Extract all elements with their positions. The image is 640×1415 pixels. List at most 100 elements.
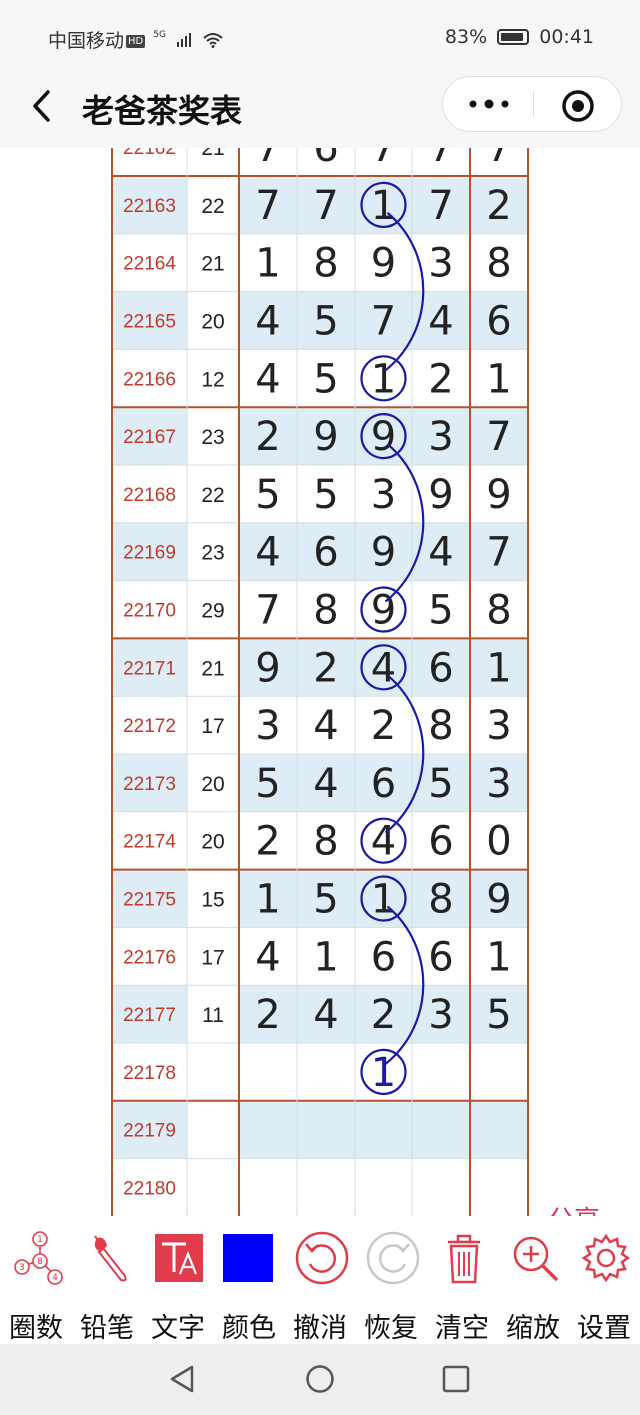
- digit-cell: 1: [371, 877, 396, 923]
- table-row[interactable]: 22177 11 2 4 2 3 5: [112, 985, 528, 1043]
- digit-cell: 7: [428, 183, 453, 229]
- table-row[interactable]: 22165 20 4 5 7 4 6: [112, 291, 528, 350]
- digit-cell: 2: [313, 645, 338, 691]
- table-row[interactable]: 22170 29 7 8 9 5 8: [123, 588, 512, 634]
- table-row[interactable]: 22172 17 3 4 2 8 3: [123, 703, 512, 749]
- digit-cell: 2: [371, 992, 396, 1038]
- handwritten-digit: 1: [371, 1050, 396, 1096]
- table-row[interactable]: 22178: [123, 1063, 176, 1084]
- close-target-icon[interactable]: [561, 89, 595, 123]
- tool-settings[interactable]: 设置: [568, 1216, 640, 1344]
- digit-cell: 3: [486, 761, 511, 807]
- sum-value: 17: [201, 946, 224, 969]
- svg-text:1: 1: [37, 1235, 43, 1245]
- drawing-toolbar: 1834 圈数 铅笔 文字 颜色 撤消 恢复 清空 缩放 设置: [0, 1216, 640, 1344]
- digit-cell: 7: [428, 148, 453, 171]
- tool-label: 缩放: [506, 1313, 560, 1344]
- tool-undo[interactable]: 撤消: [284, 1216, 356, 1344]
- table-row[interactable]: 22174 20 2 8 4 6 0: [123, 819, 512, 865]
- trash-icon: [448, 1234, 480, 1284]
- digit-cell: 3: [428, 414, 453, 460]
- row-stripe: [239, 1100, 528, 1159]
- digit-cell: 4: [255, 530, 280, 576]
- sum-value: 17: [201, 715, 224, 738]
- share-button[interactable]: 分享: [548, 1200, 600, 1216]
- digit-cell: 7: [255, 183, 280, 229]
- table-row[interactable]: 22168 22 5 5 3 9 9: [123, 472, 512, 518]
- issue-number: 22165: [123, 312, 176, 333]
- draw-table-area[interactable]: 22162 21 7 6 7 7 7 22163 22 7 7 1 7 2 22164 21 1 8 9 3 8 2216…: [0, 148, 640, 1216]
- issue-number: 22169: [123, 543, 176, 564]
- back-arrow-icon[interactable]: [28, 86, 60, 126]
- nav-recents-icon[interactable]: [442, 1364, 470, 1394]
- lottery-grid[interactable]: 22162 21 7 6 7 7 722163 22 7 7 1 7 222164 21 1 8 9 3 82216…: [0, 148, 640, 1216]
- digit-cell: 9: [371, 414, 396, 460]
- table-row[interactable]: 22171 21 9 2 4 6 1: [112, 638, 528, 697]
- digit-cell: 6: [313, 530, 338, 576]
- digit-cell: 7: [486, 148, 511, 171]
- issue-number: 22168: [123, 485, 176, 506]
- more-menu-icon[interactable]: [467, 97, 511, 111]
- digit-cell: 3: [486, 703, 511, 749]
- digit-cell: 7: [371, 299, 396, 345]
- nav-home-icon[interactable]: [305, 1364, 335, 1394]
- digit-cell: 6: [428, 819, 453, 865]
- tool-label: 铅笔: [80, 1313, 134, 1344]
- tool-label: 颜色: [222, 1313, 276, 1344]
- digit-cell: 1: [255, 877, 280, 923]
- tool-label: 清空: [435, 1313, 489, 1344]
- undo-icon: [295, 1231, 349, 1285]
- table-row[interactable]: 22176 17 4 1 6 6 1: [123, 934, 512, 980]
- table-row[interactable]: 22163 22 7 7 1 7 2: [112, 176, 528, 234]
- table-row[interactable]: 22175 15 1 5 1 8 9: [112, 869, 528, 928]
- sum-value: 20: [201, 831, 224, 854]
- digit-cell: 1: [486, 645, 511, 691]
- battery-level: 83%: [444, 26, 488, 48]
- zoom-in-icon: [513, 1236, 559, 1282]
- tool-zoom[interactable]: 缩放: [497, 1216, 569, 1344]
- status-right: 83% 00:41: [445, 26, 594, 48]
- color-swatch-icon: [223, 1234, 273, 1282]
- system-nav-bar: [0, 1344, 640, 1415]
- svg-text:8: 8: [37, 1257, 43, 1267]
- digit-cell: 2: [255, 992, 280, 1038]
- table-row[interactable]: 22180: [123, 1179, 176, 1200]
- table-row[interactable]: 22162 21 7 6 7 7 7: [123, 148, 512, 171]
- tool-text[interactable]: 文字: [142, 1216, 214, 1344]
- table-row[interactable]: 22166 12 4 5 1 2 1: [123, 356, 512, 402]
- table-row[interactable]: 22164 21 1 8 9 3 8: [123, 241, 512, 287]
- issue-number: 22180: [123, 1179, 176, 1200]
- sum-value: 29: [201, 600, 224, 623]
- issue-number: 22175: [123, 890, 176, 911]
- status-bar: 中国移动 HD 5G 83% 00:41: [0, 0, 640, 76]
- tool-redo[interactable]: 恢复: [355, 1216, 427, 1344]
- tool-clear[interactable]: 清空: [426, 1216, 498, 1344]
- digit-cell: 7: [486, 414, 511, 460]
- issue-number: 22171: [123, 658, 176, 679]
- pencil-icon: [94, 1235, 127, 1282]
- table-row[interactable]: 22179: [112, 1100, 528, 1159]
- issue-number: 22173: [123, 774, 176, 795]
- network-type: 5G: [153, 30, 166, 40]
- digit-cell: 4: [428, 299, 453, 345]
- tool-pencil[interactable]: 铅笔: [71, 1216, 143, 1344]
- table-row[interactable]: 22173 20 5 4 6 5 3: [112, 754, 528, 812]
- issue-number: 22167: [123, 427, 176, 448]
- header: 老爸茶奖表: [0, 76, 640, 148]
- digit-cell: 7: [486, 530, 511, 576]
- table-row[interactable]: 22167 23 2 9 9 3 7: [112, 407, 528, 465]
- digit-cell: 8: [313, 241, 338, 287]
- digit-cell: 9: [486, 472, 511, 518]
- digit-cell: 6: [428, 645, 453, 691]
- digit-cell: 4: [255, 356, 280, 402]
- table-row[interactable]: 22169 23 4 6 9 4 7: [112, 522, 528, 581]
- tool-circle-count[interactable]: 1834 圈数: [0, 1216, 72, 1344]
- issue-number: 22178: [123, 1063, 176, 1084]
- nav-back-icon[interactable]: [168, 1364, 196, 1394]
- digit-cell: 5: [313, 356, 338, 402]
- sum-value: 21: [201, 657, 224, 680]
- tool-color[interactable]: 颜色: [213, 1216, 285, 1344]
- digit-cell: 8: [428, 877, 453, 923]
- digit-cell: 3: [371, 472, 396, 518]
- digit-cell: 4: [255, 934, 280, 980]
